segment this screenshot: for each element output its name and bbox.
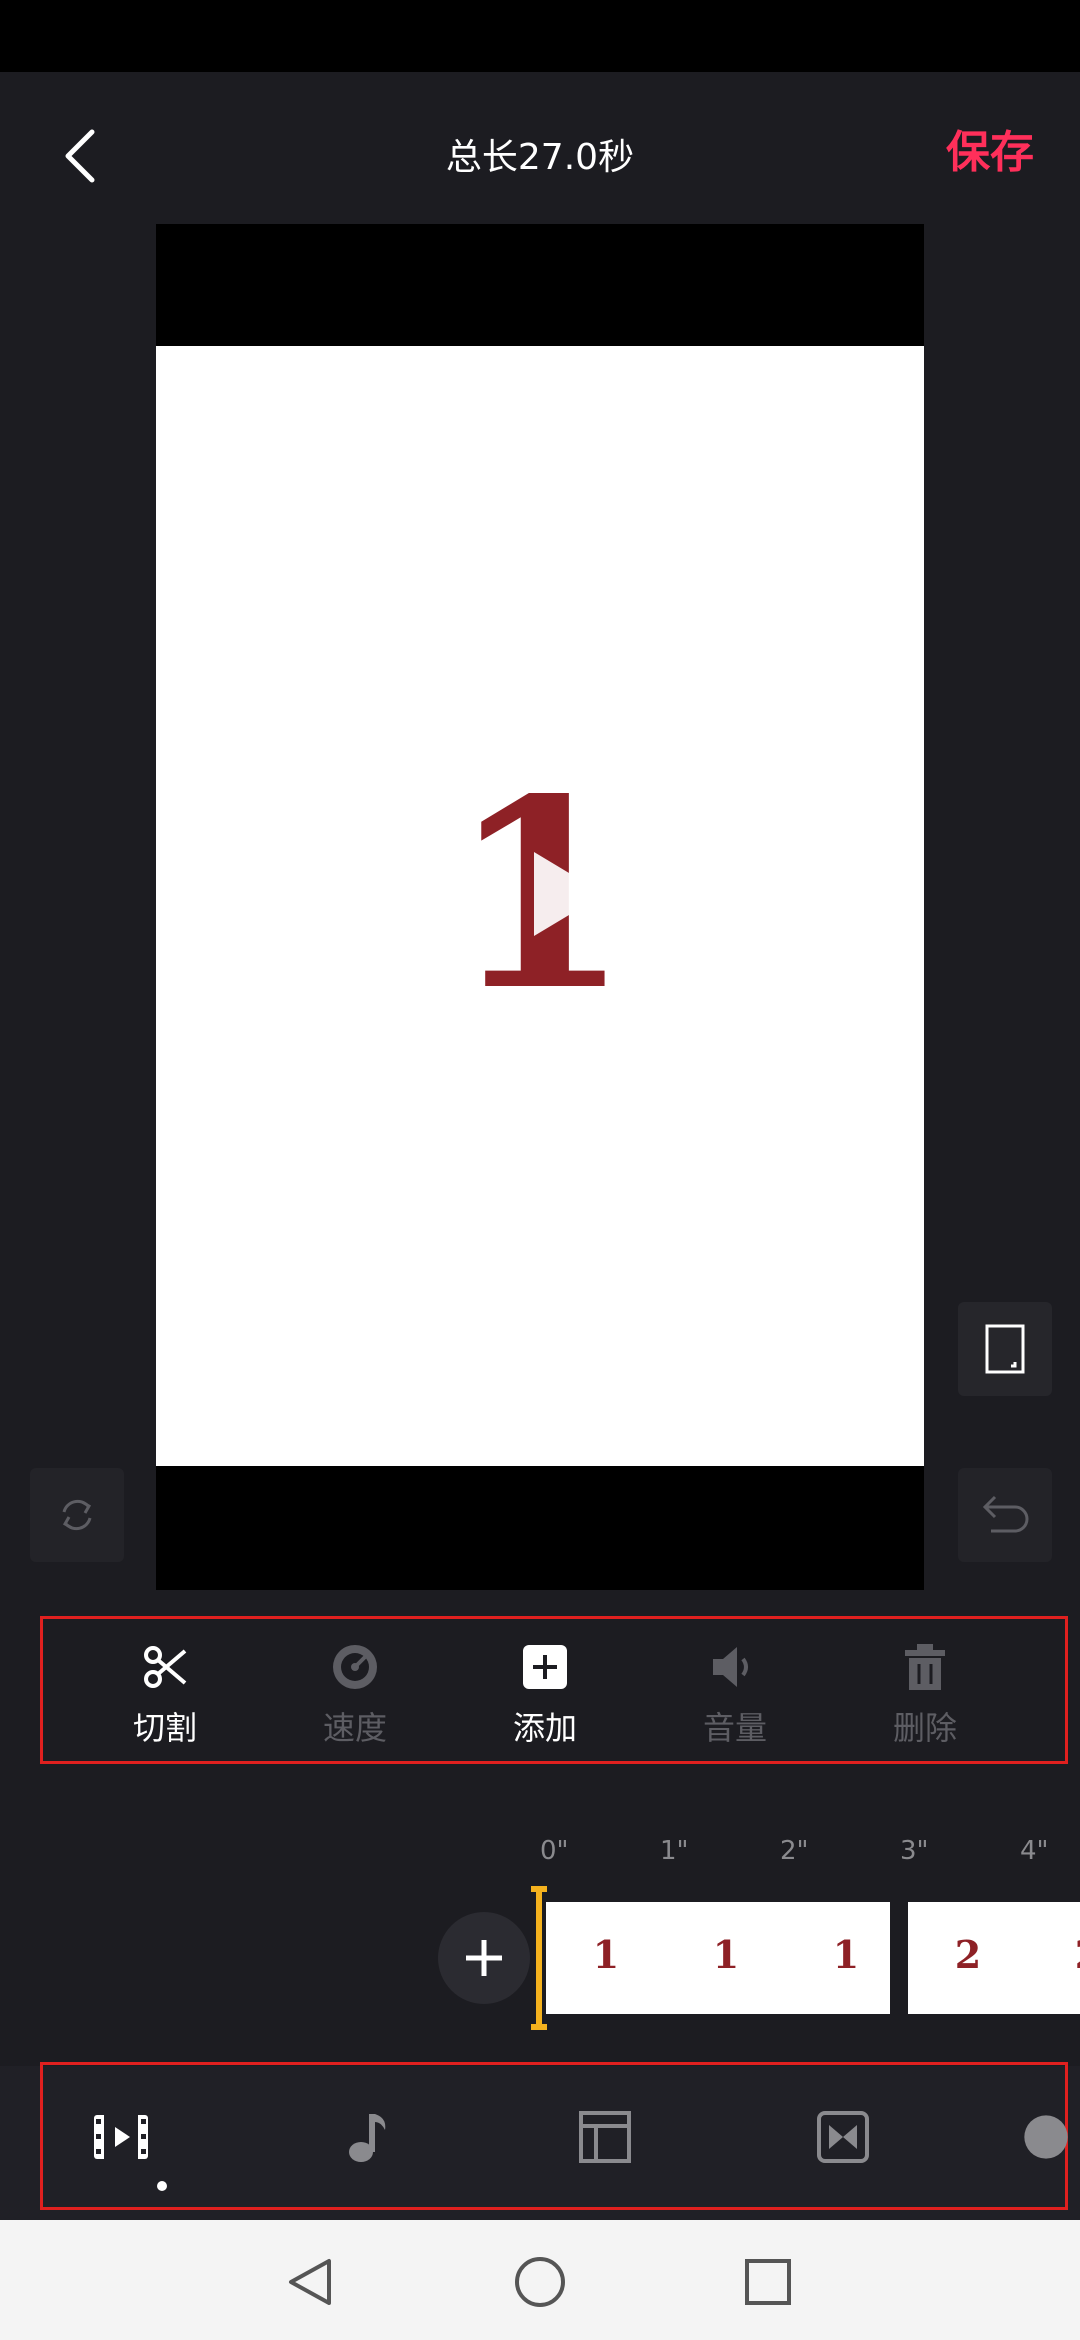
- aspect-ratio-button[interactable]: [958, 1302, 1052, 1396]
- clip-thumbnail: 1: [832, 1932, 860, 1977]
- trash-icon: [905, 1644, 945, 1690]
- add-clip-button[interactable]: [438, 1912, 530, 2004]
- add-box-icon: [523, 1645, 567, 1689]
- edit-toolbar: 切割 速度 添加 音量 删除: [40, 1616, 1068, 1764]
- save-button[interactable]: 保存: [946, 116, 1034, 180]
- nav-sticker[interactable]: [1021, 2097, 1071, 2177]
- undo-button[interactable]: [958, 1468, 1052, 1562]
- timeline-clip-1[interactable]: 1 1 1: [546, 1902, 890, 2014]
- active-indicator: [157, 2181, 167, 2191]
- clip-thumbnail: 1: [712, 1932, 740, 1977]
- triangle-back-icon: [289, 2259, 331, 2305]
- film-icon: [94, 2115, 148, 2159]
- video-preview[interactable]: 1: [156, 224, 924, 1590]
- tool-label: 删除: [892, 1709, 957, 1747]
- cut-tool[interactable]: 切割: [95, 1637, 235, 1749]
- speed-tool[interactable]: 速度: [285, 1637, 425, 1749]
- undo-icon: [982, 1495, 1029, 1533]
- aspect-ratio-icon: [985, 1324, 1025, 1374]
- playhead[interactable]: [531, 1886, 547, 2030]
- header: 总长27.0秒 保存: [0, 72, 1080, 228]
- page-title: 总长27.0秒: [445, 137, 635, 178]
- play-icon[interactable]: [504, 834, 624, 954]
- plus-icon: [466, 1940, 502, 1976]
- ruler-tick: 4": [1020, 1836, 1049, 1866]
- rotate-button[interactable]: [30, 1468, 124, 1562]
- nav-clip[interactable]: [81, 2097, 161, 2177]
- nav-transition[interactable]: [803, 2097, 883, 2177]
- clip-thumbnail: 2: [954, 1932, 982, 1977]
- system-nav-bar: [0, 2220, 1080, 2340]
- bottom-nav: [40, 2062, 1068, 2210]
- circle-home-icon: [515, 2257, 565, 2307]
- ruler-tick: 0": [540, 1836, 569, 1866]
- volume-tool[interactable]: 音量: [665, 1637, 805, 1749]
- rotate-icon: [62, 1499, 92, 1531]
- video-frame: 1: [156, 346, 924, 1466]
- tool-label: 切割: [132, 1709, 197, 1747]
- scissors-icon: [144, 1646, 187, 1688]
- tool-label: 添加: [512, 1709, 577, 1747]
- system-home-button[interactable]: [508, 2250, 572, 2314]
- sticker-icon: [1024, 2115, 1068, 2159]
- music-note-icon: [349, 2114, 386, 2162]
- layout-icon: [579, 2111, 631, 2163]
- ruler-tick: 1": [660, 1836, 689, 1866]
- delete-tool[interactable]: 删除: [855, 1637, 995, 1749]
- nav-music[interactable]: [329, 2097, 409, 2177]
- speedometer-icon: [333, 1645, 377, 1689]
- ruler-tick: 3": [900, 1836, 929, 1866]
- volume-icon: [713, 1647, 748, 1687]
- system-recents-button[interactable]: [736, 2250, 800, 2314]
- add-tool[interactable]: 添加: [475, 1637, 615, 1749]
- square-recents-icon: [745, 2259, 791, 2305]
- transition-icon: [817, 2111, 869, 2163]
- timeline-clip-2[interactable]: 2 2: [908, 1902, 1080, 2014]
- nav-layout[interactable]: [565, 2097, 645, 2177]
- clip-thumbnail: 2: [1028, 1932, 1080, 1977]
- tool-label: 速度: [322, 1709, 387, 1747]
- ruler-tick: 2": [780, 1836, 809, 1866]
- clip-thumbnail: 1: [592, 1932, 620, 1977]
- tool-label: 音量: [702, 1709, 767, 1747]
- status-bar: [0, 0, 1080, 72]
- system-back-button[interactable]: [278, 2250, 342, 2314]
